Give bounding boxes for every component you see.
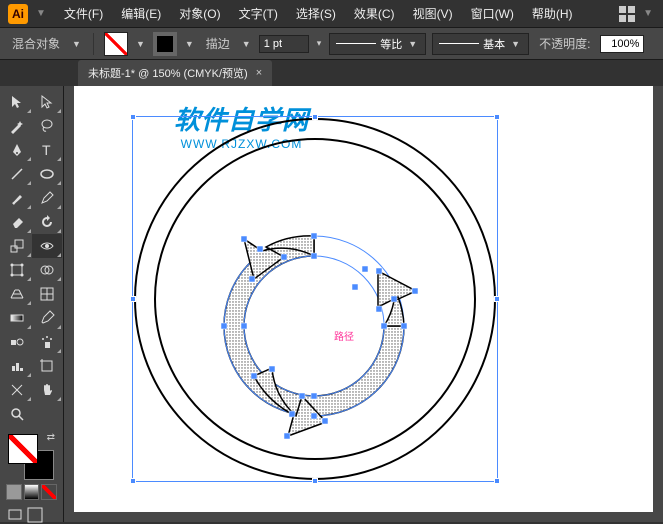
workspace-dropdown-icon[interactable]: ▼: [643, 8, 653, 19]
brush-label: 基本: [483, 36, 505, 52]
chevron-down-icon: ▼: [406, 39, 419, 49]
bbox-handle[interactable]: [130, 296, 136, 302]
document-title: 未标题-1* @ 150% (CMYK/预览): [88, 65, 248, 81]
gradient-mode-button[interactable]: [24, 484, 40, 500]
artboard[interactable]: 软件自学网 WWW.RJZXW.COM: [74, 86, 653, 512]
menu-bar: Ai ▼ 文件(F) 编辑(E) 对象(O) 文字(T) 选择(S) 效果(C)…: [0, 0, 663, 28]
stroke-dropdown-icon[interactable]: ▼: [183, 39, 196, 49]
bbox-handle[interactable]: [130, 114, 136, 120]
opacity-label: 不透明度:: [535, 33, 594, 54]
chevron-down-icon: ▼: [509, 39, 522, 49]
menu-select[interactable]: 选择(S): [288, 1, 344, 26]
recycle-arrows-artwork[interactable]: [184, 196, 444, 456]
fill-dropdown-icon[interactable]: ▼: [134, 39, 147, 49]
context-dropdown-icon[interactable]: ▼: [70, 39, 83, 49]
screen-mode-row: [2, 506, 61, 524]
full-screen-mode[interactable]: [26, 506, 44, 524]
menu-object[interactable]: 对象(O): [171, 1, 228, 26]
app-icon: Ai: [8, 4, 28, 24]
menu-window[interactable]: 窗口(W): [463, 1, 522, 26]
svg-text:T: T: [42, 142, 51, 158]
stroke-profile-icon: [336, 43, 376, 44]
menu-type[interactable]: 文字(T): [231, 1, 286, 26]
fill-stroke-proxy[interactable]: ⇄: [2, 432, 61, 480]
normal-screen-mode[interactable]: [6, 506, 24, 524]
menu-file[interactable]: 文件(F): [56, 1, 111, 26]
stroke-profile-label: 等比: [380, 36, 402, 52]
shape-builder-tool[interactable]: [32, 258, 62, 282]
opacity-input[interactable]: 100%: [600, 35, 644, 53]
pen-tool[interactable]: [2, 138, 32, 162]
mesh-tool[interactable]: [32, 282, 62, 306]
tab-close-button[interactable]: ×: [256, 67, 262, 79]
main-area: T ⇄: [0, 86, 663, 522]
bbox-handle[interactable]: [494, 296, 500, 302]
toolbox: T ⇄: [0, 86, 64, 522]
free-transform-tool[interactable]: [2, 258, 32, 282]
bbox-handle[interactable]: [494, 478, 500, 484]
width-tool[interactable]: [32, 234, 62, 258]
swap-fill-stroke-icon[interactable]: ⇄: [47, 432, 55, 443]
selection-tool[interactable]: [2, 90, 32, 114]
stroke-weight-input[interactable]: 1 pt: [259, 35, 309, 53]
tool-context-label: 混合对象: [8, 33, 64, 54]
menu-effect[interactable]: 效果(C): [346, 1, 403, 26]
bbox-handle[interactable]: [312, 478, 318, 484]
bbox-handle[interactable]: [130, 478, 136, 484]
brush-sample-icon: [439, 43, 479, 44]
stroke-label: 描边: [202, 33, 234, 54]
bbox-handle[interactable]: [312, 114, 318, 120]
bbox-handle[interactable]: [494, 114, 500, 120]
magic-wand-tool[interactable]: [2, 114, 32, 138]
blend-tool[interactable]: [2, 330, 32, 354]
perspective-grid-tool[interactable]: [2, 282, 32, 306]
smart-guide-label: 路径: [334, 328, 354, 343]
fill-swatch[interactable]: [104, 32, 128, 56]
paintbrush-tool[interactable]: [2, 186, 32, 210]
stroke-weight-stepper-icon[interactable]: ▾: [315, 38, 324, 49]
menu-edit[interactable]: 编辑(E): [113, 1, 169, 26]
ellipse-tool[interactable]: [32, 162, 62, 186]
stroke-swatch[interactable]: [153, 32, 177, 56]
none-mode-button[interactable]: [41, 484, 57, 500]
menu-help[interactable]: 帮助(H): [524, 1, 581, 26]
separator: [93, 33, 94, 55]
column-graph-tool[interactable]: [2, 354, 32, 378]
color-mode-button[interactable]: [6, 484, 22, 500]
control-bar: 混合对象 ▼ ▼ ▼ 描边 ▼ 1 pt ▾ 等比 ▼ 基本 ▼ 不透明度: 1…: [0, 28, 663, 60]
type-tool[interactable]: T: [32, 138, 62, 162]
eyedropper-tool[interactable]: [32, 306, 62, 330]
artboard-tool[interactable]: [32, 354, 62, 378]
pencil-tool[interactable]: [32, 186, 62, 210]
scale-tool[interactable]: [2, 234, 32, 258]
zoom-tool[interactable]: [2, 402, 32, 426]
canvas-viewport[interactable]: 软件自学网 WWW.RJZXW.COM: [64, 86, 663, 522]
line-segment-tool[interactable]: [2, 162, 32, 186]
symbol-sprayer-tool[interactable]: [32, 330, 62, 354]
menu-view[interactable]: 视图(V): [405, 1, 461, 26]
lasso-tool[interactable]: [32, 114, 62, 138]
rotate-tool[interactable]: [32, 210, 62, 234]
document-tab-bar: 未标题-1* @ 150% (CMYK/预览) ×: [0, 60, 663, 86]
document-tab[interactable]: 未标题-1* @ 150% (CMYK/预览) ×: [78, 60, 272, 86]
stroke-panel-icon[interactable]: ▼: [240, 39, 253, 49]
fill-proxy[interactable]: [8, 434, 38, 464]
gradient-tool[interactable]: [2, 306, 32, 330]
app-menu-dropdown-icon[interactable]: ▼: [36, 8, 46, 19]
hand-tool[interactable]: [32, 378, 62, 402]
slice-tool[interactable]: [2, 378, 32, 402]
color-mode-row: [2, 484, 61, 500]
workspace-switcher-icon[interactable]: [619, 6, 635, 22]
stroke-profile-select[interactable]: 等比 ▼: [329, 33, 426, 55]
eraser-tool[interactable]: [2, 210, 32, 234]
direct-selection-tool[interactable]: [32, 90, 62, 114]
brush-definition-select[interactable]: 基本 ▼: [432, 33, 529, 55]
